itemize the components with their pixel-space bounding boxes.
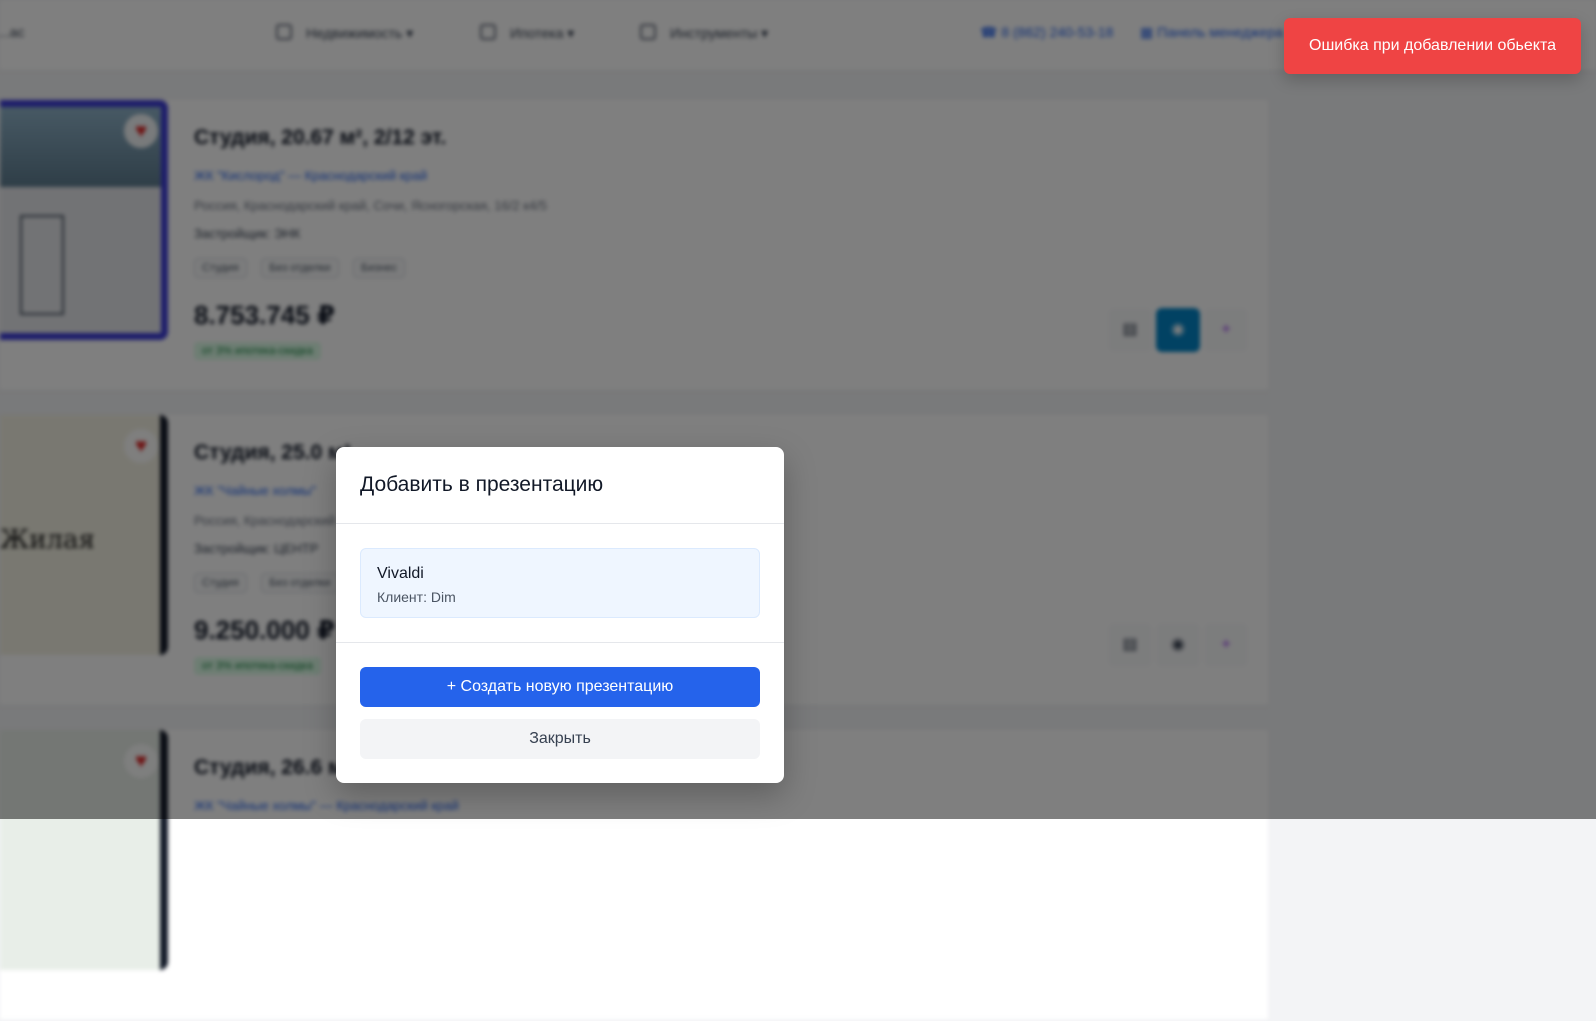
close-button[interactable]: Закрыть <box>360 719 760 759</box>
create-presentation-button[interactable]: + Создать новую презентацию <box>360 667 760 707</box>
presentation-client: Клиент: Dim <box>377 589 456 605</box>
modal-backdrop[interactable] <box>0 0 1596 819</box>
divider <box>336 523 784 524</box>
presentation-item[interactable]: Vivaldi Клиент: Dim <box>360 548 760 618</box>
presentation-name: Vivaldi <box>377 565 424 582</box>
add-to-presentation-modal: Добавить в презентацию Vivaldi Клиент: D… <box>336 447 784 783</box>
modal-title: Добавить в презентацию <box>360 473 604 496</box>
divider <box>336 642 784 643</box>
error-toast[interactable]: Ошибка при добавлении обьекта <box>1284 18 1581 74</box>
